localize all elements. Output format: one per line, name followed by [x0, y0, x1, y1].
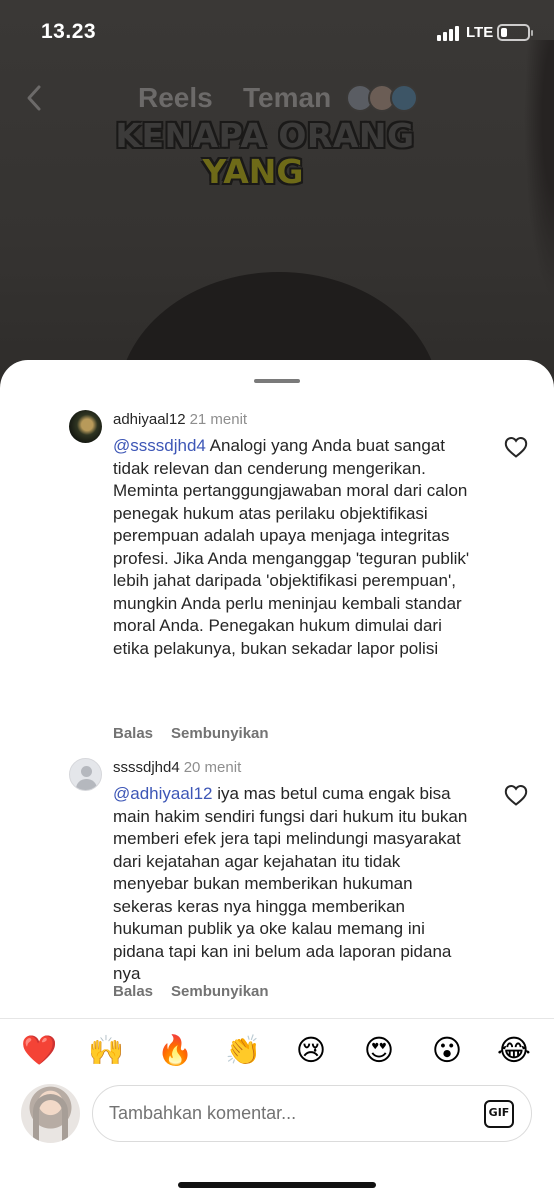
comment-username[interactable]: ssssdjhd4 [113, 759, 180, 776]
divider [0, 1018, 554, 1019]
comment-text: @ssssdjhd4 Analogi yang Anda buat sangat… [113, 435, 473, 660]
status-bar: 13.23 LTE [0, 0, 554, 64]
comment-text: @adhiyaal12 iya mas betul cuma engak bis… [113, 783, 473, 986]
network-label: LTE [466, 24, 494, 41]
emoji-heart-eyes[interactable]: 😍 [359, 1030, 399, 1070]
comment-meta: adhiyaal12 21 menit [113, 411, 247, 428]
reel-caption-line1: KENAPA ORANG [115, 116, 415, 155]
emoji-laughing[interactable]: 😂 [494, 1030, 534, 1070]
mention-link[interactable]: @adhiyaal12 [113, 784, 213, 803]
reply-button[interactable]: Balas [113, 983, 153, 1000]
status-time: 13.23 [41, 20, 97, 43]
reply-button[interactable]: Balas [113, 725, 153, 742]
emoji-surprised[interactable]: 😮 [427, 1030, 467, 1070]
signal-icon [437, 25, 461, 41]
emoji-heart[interactable]: ❤️ [19, 1030, 59, 1070]
current-user-avatar [21, 1084, 80, 1143]
avatar-placeholder-icon[interactable] [69, 758, 102, 791]
comment-meta: ssssdjhd4 20 menit [113, 759, 241, 776]
emoji-clapping[interactable]: 👏 [223, 1030, 263, 1070]
heart-icon[interactable] [504, 436, 528, 458]
comment-time: 20 menit [183, 759, 242, 776]
emoji-bar: ❤️ 🙌 🔥 👏 😢 😍 😮 😂 [0, 1030, 554, 1070]
emoji-crying[interactable]: 😢 [291, 1030, 331, 1070]
comments-sheet: adhiyaal12 21 menit @ssssdjhd4 Analogi ya… [0, 360, 554, 1200]
comment-username[interactable]: adhiyaal12 [113, 411, 186, 428]
tab-teman[interactable]: Teman [243, 82, 331, 114]
comment-body: iya mas betul cuma engak bisa main hakim… [113, 784, 468, 983]
mention-link[interactable]: @ssssdjhd4 [113, 436, 206, 455]
hide-button[interactable]: Sembunyikan [171, 983, 269, 1000]
comment-composer: GIF [0, 1082, 554, 1152]
comment-time: 21 menit [189, 411, 248, 428]
heart-icon[interactable] [504, 784, 528, 806]
battery-icon [497, 24, 533, 41]
comment-input-wrapper: GIF [92, 1085, 532, 1142]
emoji-raised-hands[interactable]: 🙌 [86, 1030, 126, 1070]
home-indicator [178, 1182, 376, 1188]
reel-caption-line2: YANG [202, 152, 304, 191]
comment-input[interactable] [109, 1086, 479, 1141]
back-chevron-icon[interactable] [20, 82, 48, 114]
reel-background: 13.23 LTE Reels Teman KENAPA ORANG YANG [0, 0, 554, 400]
friend-avatars [346, 84, 418, 112]
drag-handle[interactable] [254, 379, 300, 383]
comment-body: Analogi yang Anda buat sangat tidak rele… [113, 436, 470, 658]
comment-actions: Balas Sembunyikan [113, 725, 269, 742]
comment-actions: Balas Sembunyikan [113, 983, 269, 1000]
hide-button[interactable]: Sembunyikan [171, 725, 269, 742]
tab-reels[interactable]: Reels [138, 82, 213, 114]
emoji-fire[interactable]: 🔥 [155, 1030, 195, 1070]
avatar[interactable] [69, 410, 102, 443]
gif-button[interactable]: GIF [484, 1100, 514, 1128]
reel-caption: KENAPA ORANG YANG [0, 118, 554, 190]
